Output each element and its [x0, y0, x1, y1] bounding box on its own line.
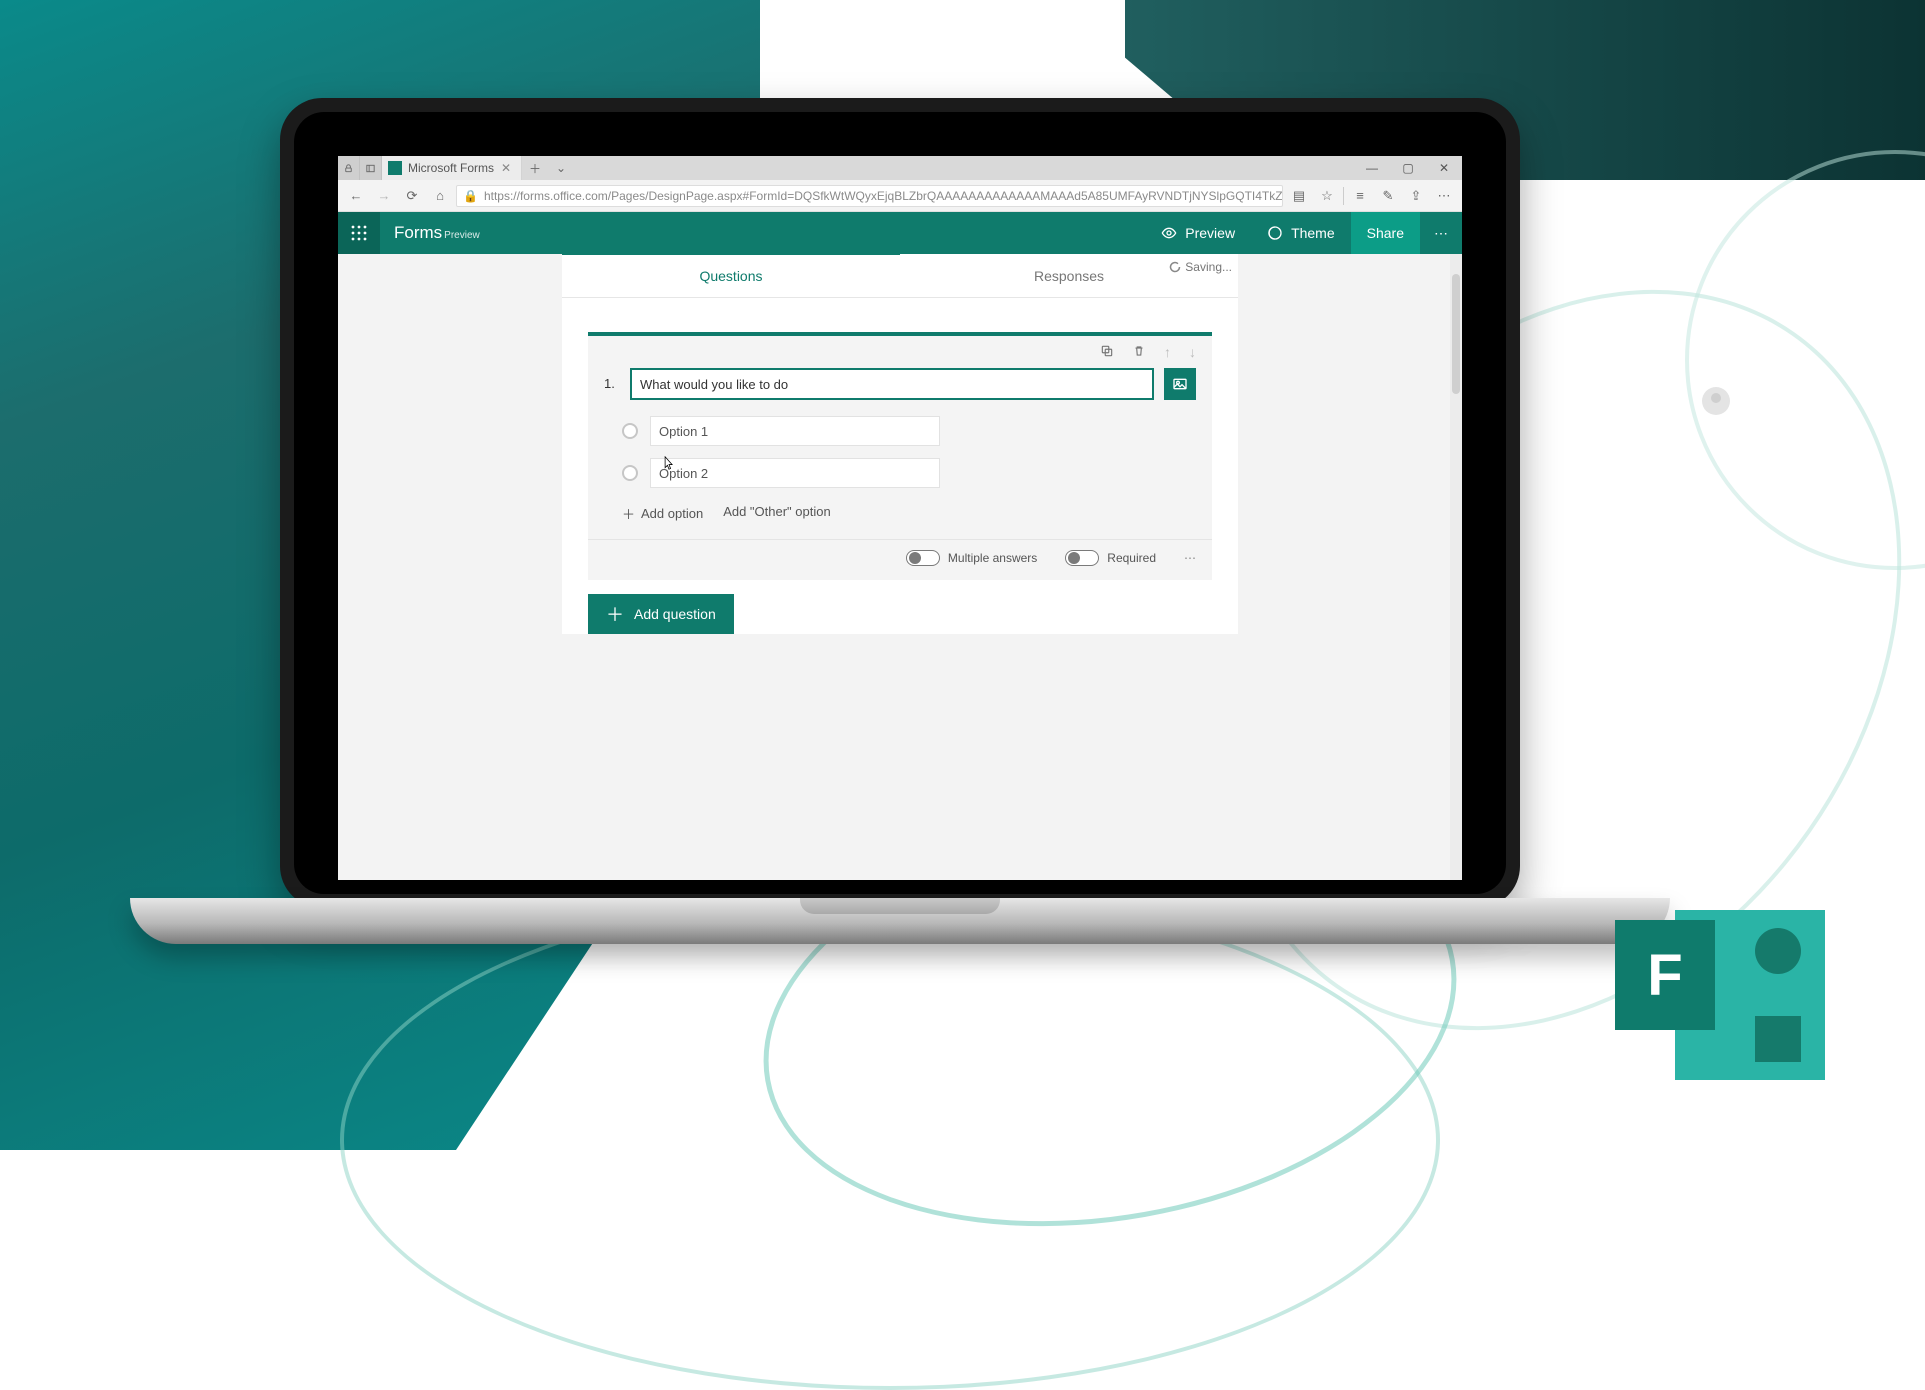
add-other-option-button[interactable]: Add "Other" option: [723, 504, 831, 523]
required-label: Required: [1107, 551, 1156, 565]
lock-icon: 🔒: [463, 189, 478, 203]
forms-logo-letter: F: [1647, 942, 1682, 1009]
back-button[interactable]: ←: [344, 184, 368, 208]
share-label: Share: [1367, 225, 1404, 241]
new-tab-button[interactable]: ＋: [522, 160, 548, 177]
reading-view-icon[interactable]: ▤: [1287, 184, 1311, 208]
url-text: https://forms.office.com/Pages/DesignPag…: [484, 189, 1283, 203]
laptop-base: [130, 898, 1670, 944]
question-number: 1.: [604, 368, 620, 391]
duplicate-icon[interactable]: [1100, 344, 1114, 360]
option-row: [588, 452, 1212, 494]
forms-favicon-icon: [388, 161, 402, 175]
question-text-input[interactable]: [630, 368, 1154, 400]
option-input-2[interactable]: [650, 458, 940, 488]
brand-name: Forms: [394, 223, 442, 243]
refresh-button[interactable]: ⟳: [400, 184, 424, 208]
notes-icon[interactable]: ✎: [1376, 184, 1400, 208]
add-question-label: Add question: [634, 606, 716, 622]
tab-overflow-icon[interactable]: ⌄: [548, 161, 574, 175]
move-down-icon[interactable]: ↓: [1189, 344, 1196, 360]
option-actions: ＋ Add option Add "Other" option: [588, 494, 1212, 529]
forms-logo-dot-icon: [1755, 928, 1801, 974]
radio-icon: [622, 465, 638, 481]
browser-tab-title: Microsoft Forms: [408, 161, 494, 175]
close-window-button[interactable]: ✕: [1426, 156, 1462, 180]
preview-label: Preview: [1185, 225, 1235, 241]
favorite-icon[interactable]: ☆: [1315, 184, 1339, 208]
add-option-button[interactable]: ＋ Add option: [622, 504, 703, 523]
home-button[interactable]: ⌂: [428, 184, 452, 208]
browser-address-bar: ← → ⟳ ⌂ 🔒 https://forms.office.com/Pages…: [338, 180, 1462, 212]
theme-button[interactable]: Theme: [1251, 212, 1351, 254]
tab-questions-label: Questions: [699, 268, 762, 284]
tab-responses[interactable]: Responses: [900, 254, 1238, 297]
toggle-icon: [906, 550, 940, 566]
multiple-answers-label: Multiple answers: [948, 551, 1037, 565]
form-canvas: Saving... Questions Responses: [562, 254, 1238, 634]
toggle-icon: [1065, 550, 1099, 566]
delete-icon[interactable]: [1132, 344, 1146, 360]
forms-logo-badge: F: [1615, 880, 1825, 1080]
forms-logo-square-icon: [1755, 1016, 1801, 1062]
insert-media-button[interactable]: [1164, 368, 1196, 400]
tab-pin-icon[interactable]: [338, 156, 360, 180]
close-tab-icon[interactable]: ✕: [501, 161, 511, 175]
question-card: ↑ ↓ 1.: [588, 332, 1212, 580]
app-brand: FormsPreview: [380, 223, 480, 243]
tab-set-aside-icon[interactable]: [360, 156, 382, 180]
minimize-button[interactable]: —: [1354, 156, 1390, 180]
option-row: [588, 410, 1212, 452]
add-other-label: Add "Other" option: [723, 504, 831, 519]
vertical-scrollbar[interactable]: [1450, 254, 1462, 880]
plus-icon: ＋: [606, 601, 624, 627]
multiple-answers-toggle[interactable]: Multiple answers: [906, 550, 1037, 566]
app-header: FormsPreview Preview Theme Share ⋯: [338, 212, 1462, 254]
url-input[interactable]: 🔒 https://forms.office.com/Pages/DesignP…: [456, 185, 1283, 207]
maximize-button[interactable]: ▢: [1390, 156, 1426, 180]
share-button[interactable]: Share: [1351, 212, 1420, 254]
more-actions-button[interactable]: ⋯: [1420, 225, 1462, 242]
question-more-icon[interactable]: ⋯: [1184, 551, 1196, 565]
browser-titlebar: Microsoft Forms ✕ ＋ ⌄ — ▢ ✕: [338, 156, 1462, 180]
avatar-placeholder-icon: [1702, 387, 1730, 415]
hub-icon[interactable]: ≡: [1348, 184, 1372, 208]
form-tabs: Questions Responses: [562, 254, 1238, 298]
brand-suffix: Preview: [444, 230, 480, 241]
plus-icon: ＋: [622, 504, 635, 523]
question-toolbar: ↑ ↓: [588, 336, 1212, 360]
add-option-label: Add option: [641, 506, 703, 521]
laptop-mockup: Microsoft Forms ✕ ＋ ⌄ — ▢ ✕ ← → ⟳ ⌂ 🔒: [280, 98, 1520, 908]
scrollbar-thumb[interactable]: [1452, 274, 1460, 394]
page-workspace: Saving... Questions Responses: [338, 254, 1462, 880]
forward-button[interactable]: →: [372, 184, 396, 208]
app-launcher-button[interactable]: [338, 212, 380, 254]
tab-responses-label: Responses: [1034, 268, 1104, 284]
background-swirl: [1685, 150, 1925, 570]
required-toggle[interactable]: Required: [1065, 550, 1156, 566]
question-footer: Multiple answers Required ⋯: [588, 539, 1212, 566]
tab-questions[interactable]: Questions: [562, 254, 900, 297]
add-question-button[interactable]: ＋ Add question: [588, 594, 734, 634]
share-page-icon[interactable]: ⇪: [1404, 184, 1428, 208]
option-input-1[interactable]: [650, 416, 940, 446]
move-up-icon[interactable]: ↑: [1164, 344, 1171, 360]
radio-icon: [622, 423, 638, 439]
forms-logo-front: F: [1615, 920, 1715, 1030]
theme-label: Theme: [1291, 225, 1335, 241]
laptop-notch: [800, 898, 1000, 914]
settings-icon[interactable]: ⋯: [1432, 184, 1456, 208]
browser-tab[interactable]: Microsoft Forms ✕: [382, 156, 522, 180]
preview-button[interactable]: Preview: [1145, 212, 1251, 254]
